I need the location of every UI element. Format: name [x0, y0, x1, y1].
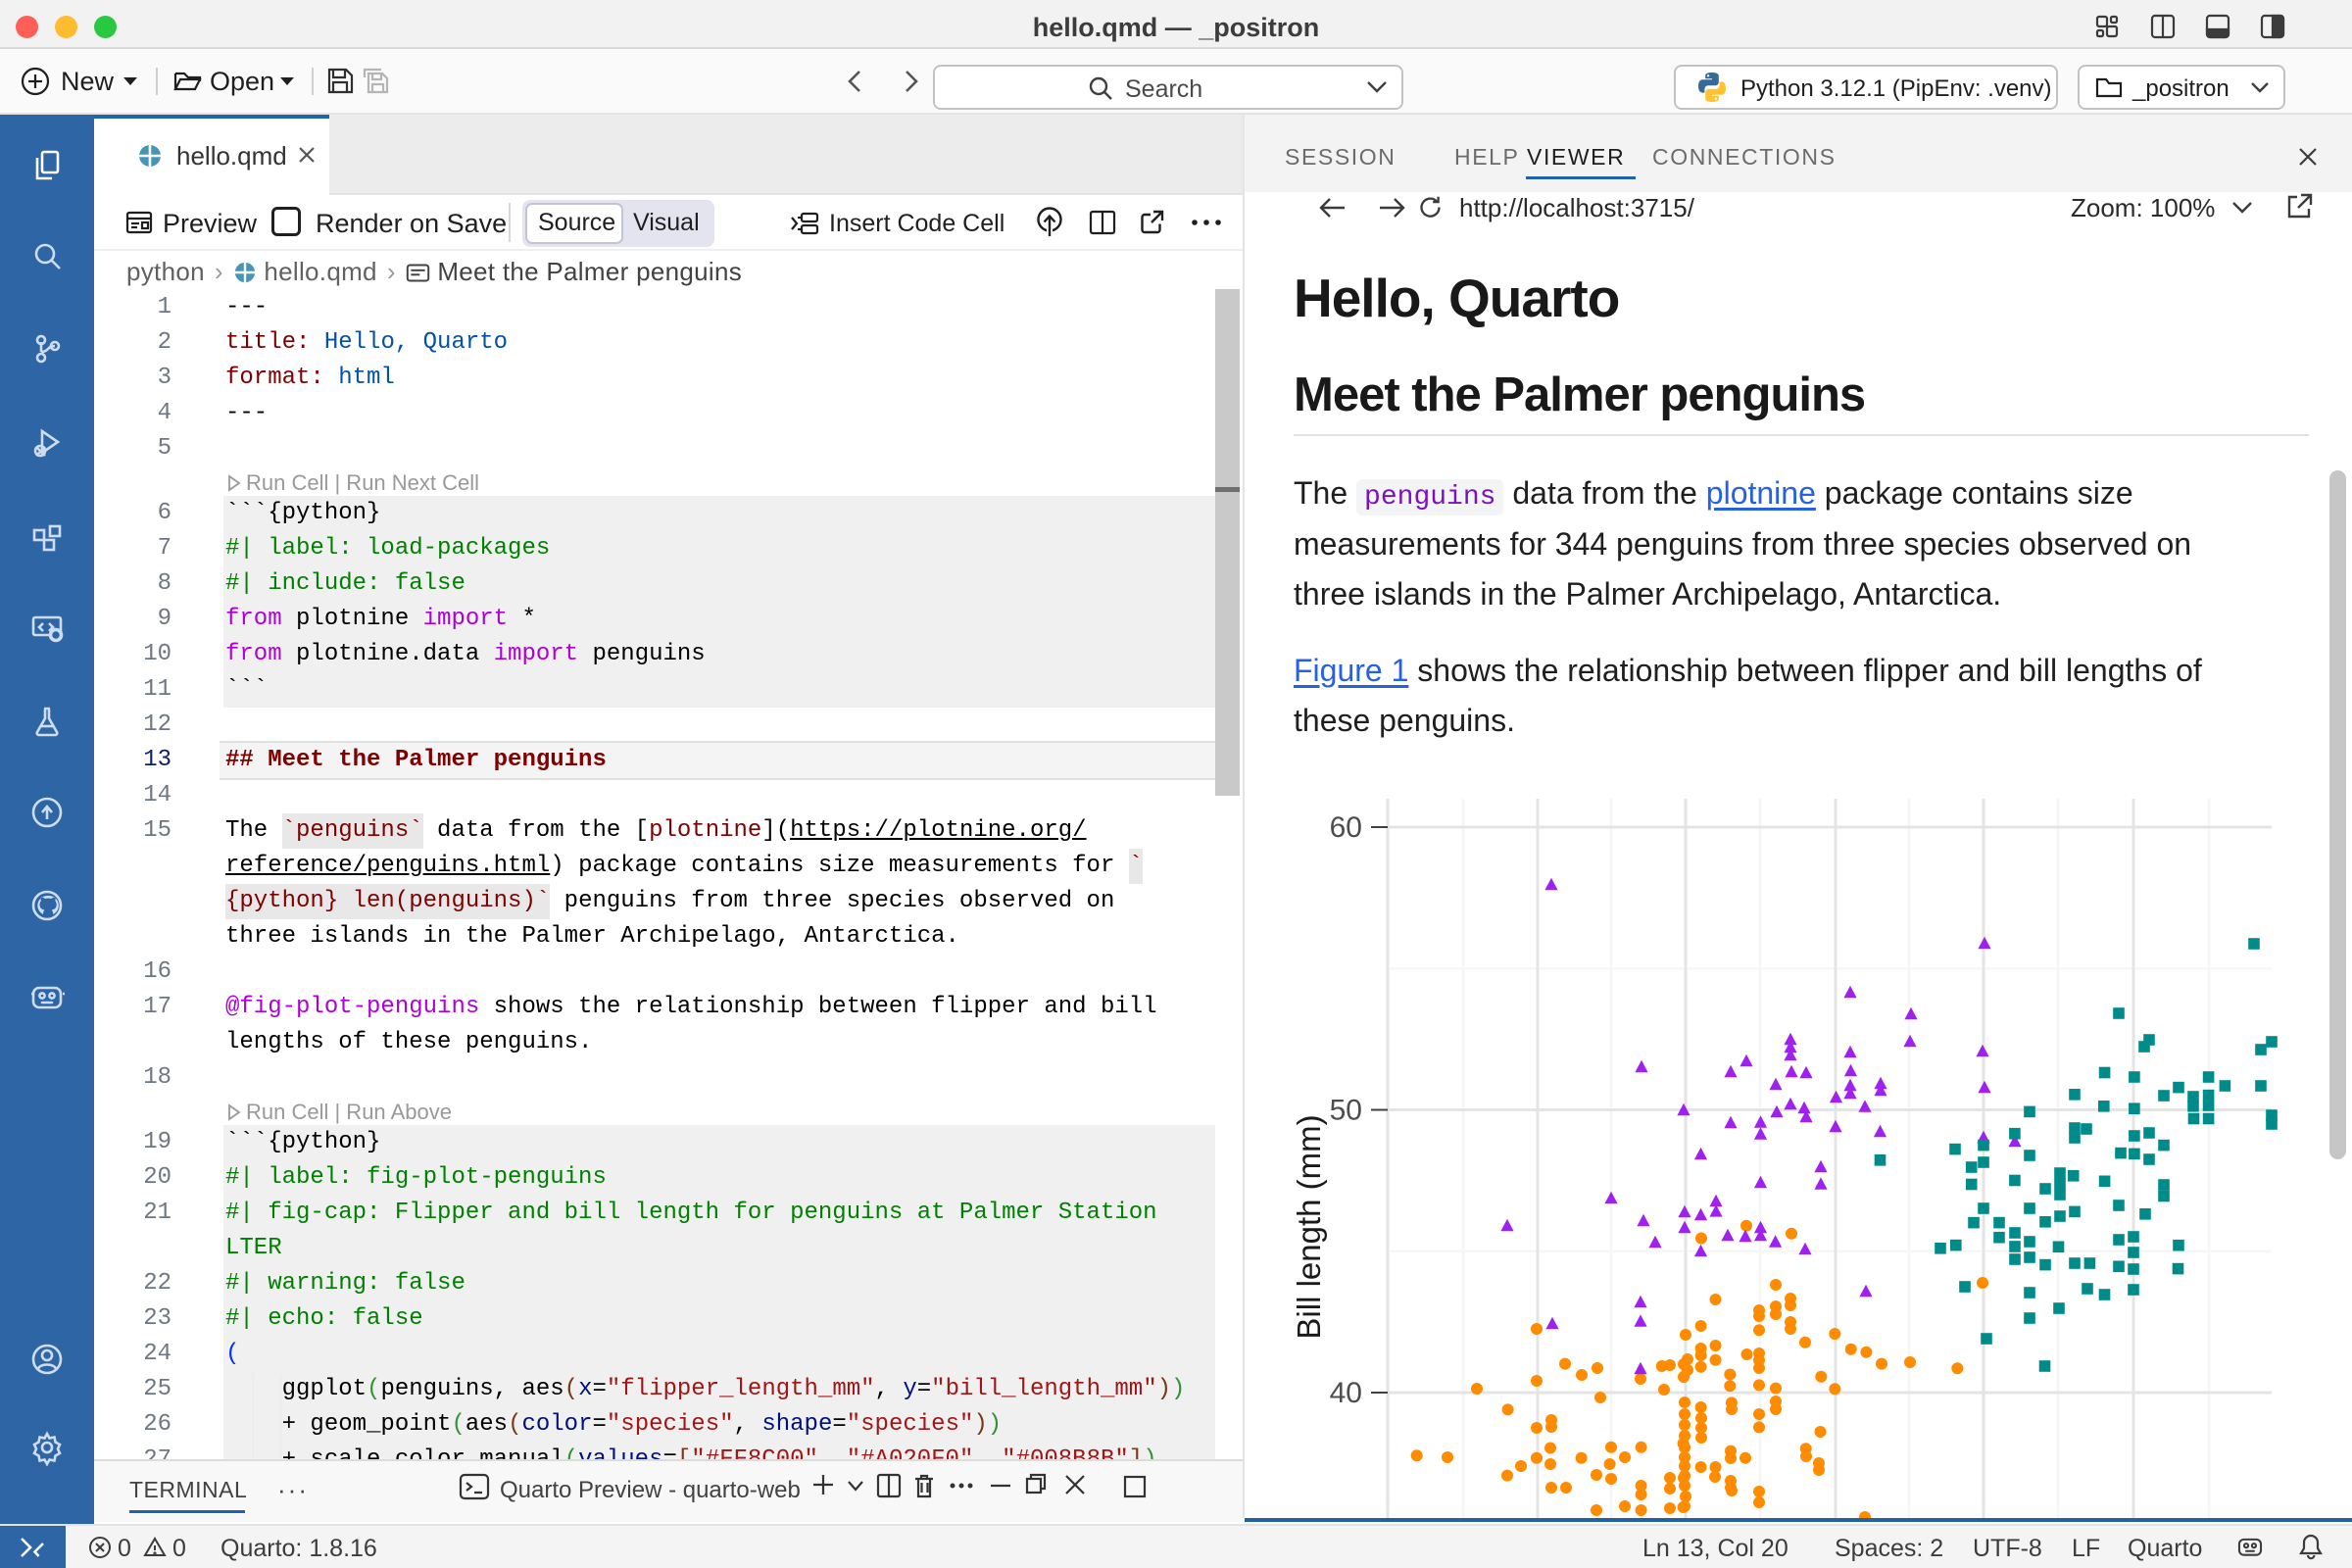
- svg-text:50: 50: [1330, 1095, 1362, 1127]
- svg-text:0: 0: [118, 1535, 131, 1562]
- svg-text:40: 40: [1330, 1377, 1362, 1409]
- svg-text:Bill length (mm): Bill length (mm): [1291, 1114, 1327, 1339]
- svg-text:0: 0: [172, 1535, 186, 1562]
- svg-text:60: 60: [1330, 811, 1362, 844]
- svg-text:New: New: [61, 67, 115, 96]
- svg-text:Open: Open: [210, 67, 274, 96]
